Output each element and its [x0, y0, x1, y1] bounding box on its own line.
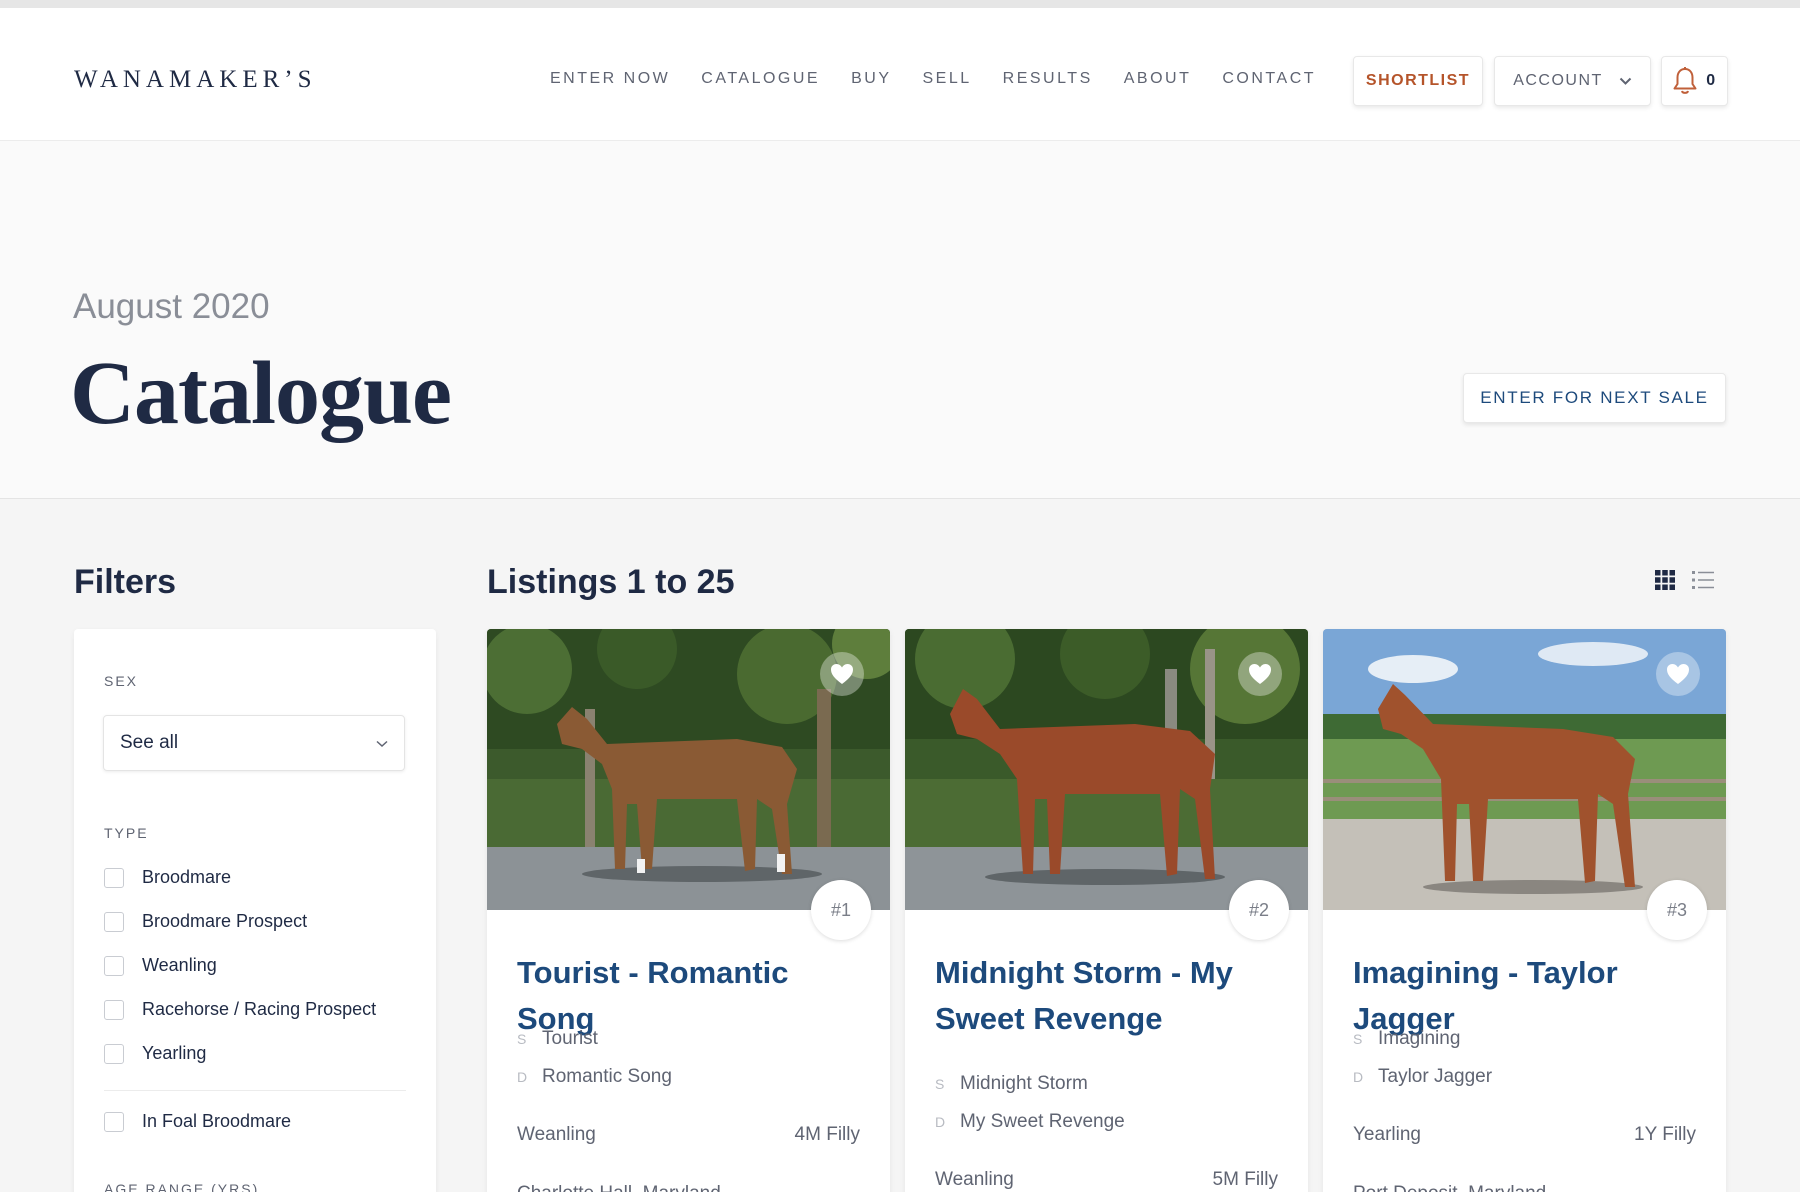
dam-key: D — [935, 1114, 946, 1130]
chevron-down-icon — [1619, 77, 1632, 86]
enter-next-sale-button[interactable]: ENTER FOR NEXT SALE — [1463, 373, 1726, 423]
account-menu-button[interactable]: ACCOUNT — [1494, 56, 1651, 106]
dam-key: D — [517, 1069, 528, 1085]
top-strip — [0, 0, 1800, 8]
dam-line: D My Sweet Revenge — [935, 1111, 1125, 1133]
checkbox[interactable] — [104, 867, 124, 888]
listing-type: Weanling — [517, 1124, 596, 1145]
checkbox-label: Racehorse / Racing Prospect — [142, 999, 377, 1019]
type-checkbox-yearling[interactable]: Yearling — [104, 1043, 206, 1064]
nav-results[interactable]: RESULTS — [1003, 70, 1093, 88]
account-label: ACCOUNT — [1513, 72, 1603, 89]
heart-icon[interactable] — [1238, 652, 1282, 696]
dam-name: Romantic Song — [542, 1066, 672, 1087]
listing-type: Weanling — [935, 1169, 1014, 1190]
type-filter-label: TYPE — [104, 825, 149, 841]
site-header: WANAMAKER’S ENTER NOW CATALOGUE BUY SELL… — [0, 8, 1800, 141]
listing-location: Port Deposit, Maryland — [1353, 1183, 1546, 1192]
sire-name: Tourist — [542, 1028, 598, 1049]
checkbox-label: Yearling — [142, 1043, 207, 1063]
type-checkbox-broodmare-prospect[interactable]: Broodmare Prospect — [104, 911, 307, 932]
listing-type: Yearling — [1353, 1124, 1421, 1145]
checkbox-label: In Foal Broodmare — [142, 1111, 292, 1131]
shortlist-button[interactable]: SHORTLIST — [1353, 56, 1483, 106]
listing-card[interactable]: #2 Midnight Storm - My Sweet Revenge S Mi… — [905, 629, 1308, 1192]
listings-heading: Listings 1 to 25 — [487, 563, 735, 601]
checkbox[interactable] — [104, 1043, 124, 1064]
sire-name: Imagining — [1378, 1028, 1461, 1049]
notifications-button[interactable]: 0 — [1661, 56, 1728, 106]
type-checkbox-broodmare[interactable]: Broodmare — [104, 867, 231, 888]
checkbox-label: Broodmare — [142, 867, 232, 887]
checkbox-label: Broodmare Prospect — [142, 911, 308, 931]
sex-select[interactable]: See all — [103, 715, 405, 771]
listing-title[interactable]: Midnight Storm - My Sweet Revenge — [935, 950, 1285, 1042]
type-checkbox-racehorse[interactable]: Racehorse / Racing Prospect — [104, 999, 376, 1020]
listing-location: Charlotte Hall, Maryland — [517, 1183, 721, 1192]
list-view-icon[interactable] — [1692, 570, 1714, 595]
notification-count: 0 — [1706, 72, 1717, 89]
chevron-down-icon — [376, 732, 388, 754]
nav-contact[interactable]: CONTACT — [1222, 70, 1316, 88]
dam-name: My Sweet Revenge — [960, 1111, 1125, 1132]
listing-meta: Weanling 4M Filly — [517, 1124, 860, 1146]
listing-meta: Yearling 1Y Filly — [1353, 1124, 1696, 1146]
main-nav: ENTER NOW CATALOGUE BUY SELL RESULTS ABO… — [550, 70, 1347, 88]
sex-filter-label: SEX — [104, 673, 139, 689]
dam-name: Taylor Jagger — [1378, 1066, 1493, 1087]
heart-icon[interactable] — [1656, 652, 1700, 696]
filters-panel: SEX See all TYPE Broodmare Broodmare Pro… — [74, 629, 436, 1192]
sire-key: S — [517, 1031, 527, 1047]
age-range-label: AGE RANGE (YRS) — [104, 1181, 260, 1192]
type-checkbox-weanling[interactable]: Weanling — [104, 955, 217, 976]
checkbox[interactable] — [104, 911, 124, 932]
sire-line: S Midnight Storm — [935, 1073, 1088, 1095]
nav-buy[interactable]: BUY — [851, 70, 891, 88]
listing-age-sex: 4M Filly — [794, 1124, 860, 1145]
page-title: Catalogue — [70, 344, 452, 443]
sale-date: August 2020 — [73, 287, 270, 326]
in-foal-broodmare-checkbox[interactable]: In Foal Broodmare — [104, 1111, 291, 1132]
checkbox[interactable] — [104, 955, 124, 976]
lot-number-badge: #2 — [1229, 880, 1289, 940]
hero-section: August 2020 Catalogue ENTER FOR NEXT SAL… — [0, 141, 1800, 499]
nav-sell[interactable]: SELL — [923, 70, 972, 88]
grid-view-icon[interactable] — [1655, 570, 1675, 595]
listing-card[interactable]: #1 Tourist - Romantic Song S Tourist D Rom… — [487, 629, 890, 1192]
bell-icon — [1672, 66, 1698, 96]
sex-select-value: See all — [120, 732, 179, 753]
lot-number-badge: #1 — [811, 880, 871, 940]
dam-key: D — [1353, 1069, 1364, 1085]
nav-enter-now[interactable]: ENTER NOW — [550, 70, 670, 88]
view-toggle — [1655, 570, 1714, 595]
dam-line: D Taylor Jagger — [1353, 1066, 1492, 1088]
sire-key: S — [935, 1076, 945, 1092]
sire-line: S Tourist — [517, 1028, 598, 1050]
listing-card[interactable]: #3 Imagining - Taylor Jagger S Imagining … — [1323, 629, 1726, 1192]
checkbox[interactable] — [104, 1111, 124, 1132]
listing-age-sex: 5M Filly — [1212, 1169, 1278, 1190]
nav-about[interactable]: ABOUT — [1124, 70, 1192, 88]
sire-name: Midnight Storm — [960, 1073, 1088, 1094]
nav-catalogue[interactable]: CATALOGUE — [701, 70, 820, 88]
sire-line: S Imagining — [1353, 1028, 1460, 1050]
dam-line: D Romantic Song — [517, 1066, 672, 1088]
checkbox-label: Weanling — [142, 955, 217, 975]
listing-age-sex: 1Y Filly — [1634, 1124, 1696, 1145]
listing-meta: Weanling 5M Filly — [935, 1169, 1278, 1191]
heart-icon[interactable] — [820, 652, 864, 696]
filters-heading: Filters — [74, 563, 177, 601]
site-logo[interactable]: WANAMAKER’S — [74, 66, 317, 94]
filter-divider — [104, 1090, 406, 1091]
lot-number-badge: #3 — [1647, 880, 1707, 940]
checkbox[interactable] — [104, 999, 124, 1020]
sire-key: S — [1353, 1031, 1363, 1047]
